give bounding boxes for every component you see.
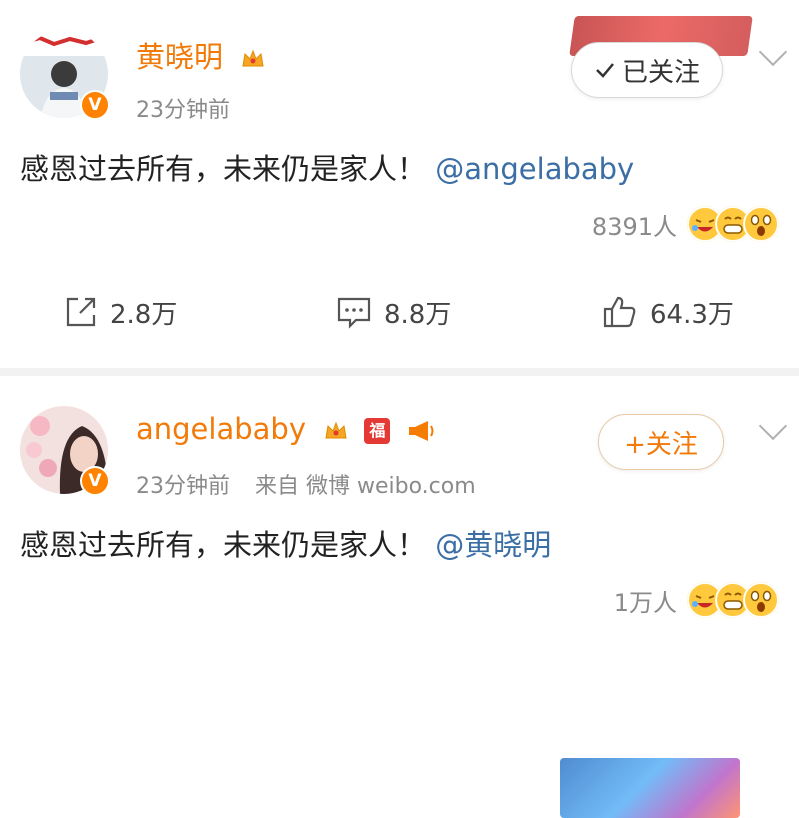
verified-badge-icon: V: [80, 90, 110, 120]
follow-button[interactable]: +关注: [598, 414, 724, 470]
chevron-down-icon[interactable]: [758, 411, 788, 441]
post-content: 感恩过去所有，未来仍是家人！ @黄晓明: [20, 522, 551, 564]
crown-icon: [325, 421, 347, 439]
comment-icon: [337, 297, 371, 329]
post-meta: 23分钟前 来自 微博 weibo.com: [136, 468, 476, 500]
username[interactable]: 黄晓明: [136, 34, 266, 76]
verified-badge-icon: V: [80, 466, 110, 496]
chevron-down-icon[interactable]: [758, 37, 788, 67]
post-text: 感恩过去所有，未来仍是家人！: [20, 528, 427, 562]
comment-button[interactable]: 8.8万: [336, 290, 451, 334]
reaction-count: 8391人: [591, 212, 677, 241]
post-time: 23分钟前: [136, 98, 230, 123]
like-button[interactable]: 64.3万: [602, 290, 734, 334]
reaction-summary[interactable]: 1万人: [614, 582, 779, 618]
username-text[interactable]: angelababy: [136, 412, 306, 446]
post-time: 23分钟前: [136, 474, 230, 499]
username-text[interactable]: 黄晓明: [136, 40, 223, 74]
fu-badge-icon: 福: [364, 418, 391, 444]
repost-icon: [66, 297, 96, 327]
post-content: 感恩过去所有，未来仍是家人！ @angelababy: [20, 146, 634, 188]
weibo-post: V angelababy 福 23分钟前 来自 微博 weibo.com +关注…: [0, 376, 799, 818]
follow-label: +关注: [624, 429, 698, 460]
megaphone-icon: [408, 421, 434, 441]
weibo-post: V 黄晓明 23分钟前 已关注 感恩过去所有，未来仍是家人！ @angelaba…: [0, 0, 799, 368]
check-icon: [596, 63, 614, 78]
comment-count: 8.8万: [384, 299, 452, 330]
post-divider: [0, 368, 799, 376]
reaction-summary[interactable]: 8391人: [592, 206, 779, 242]
card-decoration-banner: [560, 758, 740, 818]
following-button[interactable]: 已关注: [571, 42, 723, 98]
mention-link[interactable]: @angelababy: [435, 152, 634, 186]
username[interactable]: angelababy 福: [136, 412, 436, 446]
reaction-count: 1万人: [613, 588, 677, 617]
repost-count: 2.8万: [110, 299, 178, 330]
surprised-emoji-icon: [743, 206, 779, 242]
post-source[interactable]: 来自 微博 weibo.com: [255, 474, 476, 499]
post-text: 感恩过去所有，未来仍是家人！: [20, 152, 427, 186]
mention-link[interactable]: @黄晓明: [435, 528, 551, 562]
follow-label: 已关注: [621, 57, 700, 88]
repost-button[interactable]: 2.8万: [64, 290, 177, 334]
surprised-emoji-icon: [743, 582, 779, 618]
crown-icon: [242, 49, 264, 67]
like-count: 64.3万: [650, 299, 734, 330]
thumbs-up-icon: [603, 296, 636, 328]
